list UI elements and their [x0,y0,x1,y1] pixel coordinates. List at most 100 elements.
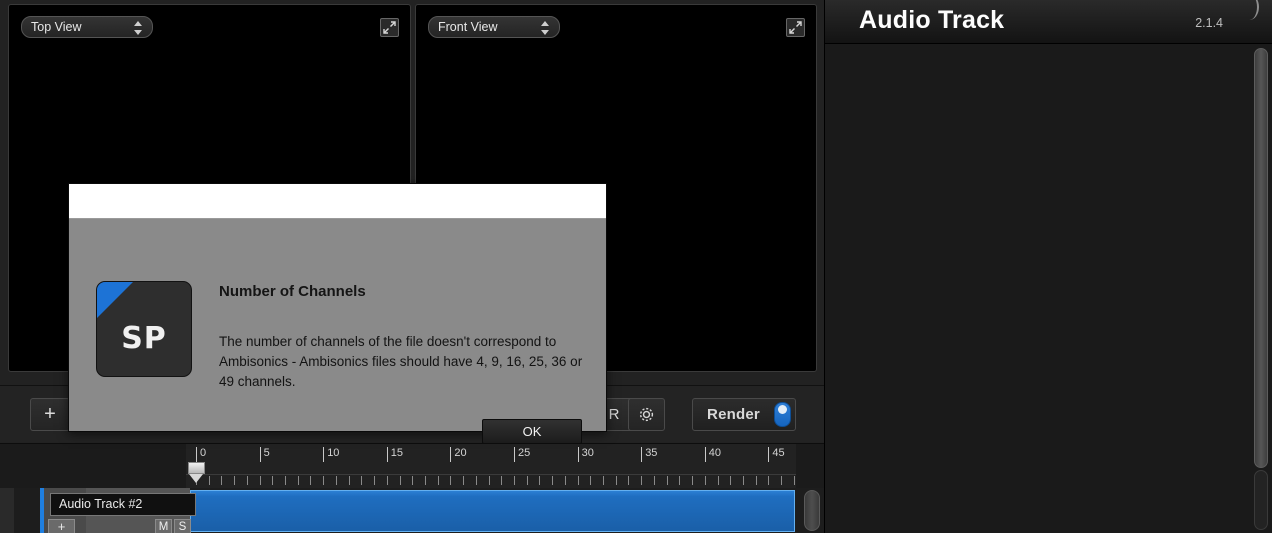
ruler-minor-tick [781,476,783,485]
ruler-minor-tick [475,476,477,485]
ruler-tick-label: 25 [514,447,530,462]
inspector-scrollbar-thumb[interactable] [1254,48,1268,468]
ruler-minor-tick [310,476,312,485]
ruler-left-pad [0,444,186,489]
ruler-minor-tick [246,476,248,485]
page-title: Audio Track [859,6,1005,34]
render-button[interactable]: Render [692,398,796,431]
dialog-ok-button[interactable]: OK [482,419,582,444]
ruler-minor-tick [501,476,503,485]
ruler-minor-tick [742,476,744,485]
ruler-minor-tick [628,476,630,485]
ruler-minor-tick [361,476,363,485]
ruler-minor-tick [374,476,376,485]
ruler-tick-label: 40 [704,447,721,462]
ruler-minor-tick [208,476,210,485]
ruler-minor-tick [755,476,757,485]
ruler-tick-label: 15 [386,447,403,462]
ruler-minor-tick [335,476,337,485]
ruler-minor-tick [666,476,668,485]
track-lane: Audio Track #2 + M S [0,488,824,533]
ruler-minor-tick [272,476,274,485]
front-view-select-label: Front View [438,20,498,34]
number-of-channels-dialog: SP Number of Channels The number of chan… [68,183,607,444]
front-view-select[interactable]: Front View [428,16,560,38]
ruler-minor-tick [768,476,770,485]
ruler-minor-tick [577,476,579,485]
gear-icon [639,407,654,422]
ruler-minor-tick [488,476,490,485]
add-track-button[interactable]: + [30,398,70,431]
ruler-minor-tick [259,476,261,485]
ruler-minor-tick [463,476,465,485]
ruler-tick-label: 30 [577,447,594,462]
audio-clip[interactable] [190,490,795,532]
ruler-minor-tick [323,476,325,485]
ruler-tick-label: 20 [450,447,467,462]
ruler-minor-tick [424,476,426,485]
inspector-header: Audio Track 2.1.4 [825,0,1272,44]
top-view-select-label: Top View [31,20,82,34]
chevron-updown-icon [541,19,551,37]
ruler-minor-tick [386,476,388,485]
icon-blue-corner [97,282,133,318]
expand-icon[interactable] [786,18,805,37]
ruler-minor-tick [297,476,299,485]
ruler-minor-tick [679,476,681,485]
render-button-label: Render [707,406,760,423]
ruler-minor-tick [641,476,643,485]
ruler-minor-tick [412,476,414,485]
timeline-ruler-area: 0 5 10 15 20 25 30 35 40 45 [0,443,824,489]
ruler-tick-label: 45 [768,447,785,462]
track-mute-button[interactable]: M [155,519,172,533]
application-window: Top View Front View + R Render 0 5 10 15… [0,0,1272,533]
header-corner-decoration [1243,0,1259,20]
ruler-minor-tick [717,476,719,485]
dialog-title: Number of Channels [219,283,366,300]
ruler-tick-label: 35 [641,447,657,462]
track-solo-button[interactable]: S [174,519,191,533]
ruler-minor-tick [437,476,439,485]
track-gutter [0,488,14,533]
ruler-minor-tick [692,476,694,485]
ruler-minor-tick [234,476,236,485]
timeline-ruler[interactable]: 0 5 10 15 20 25 30 35 40 45 [186,444,796,489]
ruler-minor-tick [399,476,401,485]
ruler-minor-tick [450,476,452,485]
ruler-minor-tick [615,476,617,485]
inspector-panel: Audio Track 2.1.4 General i Description … [824,0,1272,533]
ruler-minor-tick [590,476,592,485]
ruler-minor-tick [564,476,566,485]
ruler-minor-tick [539,476,541,485]
ruler-minor-tick [285,476,287,485]
ruler-minor-tick [603,476,605,485]
track-vertical-scrollbar[interactable] [804,490,820,531]
track-name-input[interactable]: Audio Track #2 [50,493,196,516]
chevron-updown-icon [134,19,144,37]
expand-icon[interactable] [380,18,399,37]
main-area: Top View Front View + R Render 0 5 10 15… [0,0,824,533]
ruler-minor-tick [514,476,515,485]
version-label: 2.1.4 [1195,16,1223,30]
render-toggle-led[interactable] [774,402,791,427]
track-add-button[interactable]: + [48,519,75,533]
ruler-minor-tick [704,476,706,485]
ruler-minor-tick [730,476,732,485]
track-mute-solo-group: M S [155,519,191,533]
top-view-select[interactable]: Top View [21,16,153,38]
ruler-minor-tick [793,476,795,485]
ruler-baseline [186,474,796,475]
settings-button[interactable] [628,398,665,431]
app-icon: SP [96,281,192,377]
inspector-scrollbar-track[interactable] [1254,470,1268,530]
ruler-tick-label: 5 [259,447,270,462]
playhead[interactable] [188,462,205,484]
dialog-message: The number of channels of the file doesn… [219,334,583,389]
dialog-titlebar[interactable] [69,184,606,219]
ruler-minor-tick [526,476,528,485]
ruler-minor-tick [221,476,223,485]
ruler-minor-tick [348,476,350,485]
ruler-tick-label: 10 [323,447,339,462]
dialog-body: SP Number of Channels The number of chan… [69,219,606,444]
ruler-tick-label: 0 [196,447,206,462]
